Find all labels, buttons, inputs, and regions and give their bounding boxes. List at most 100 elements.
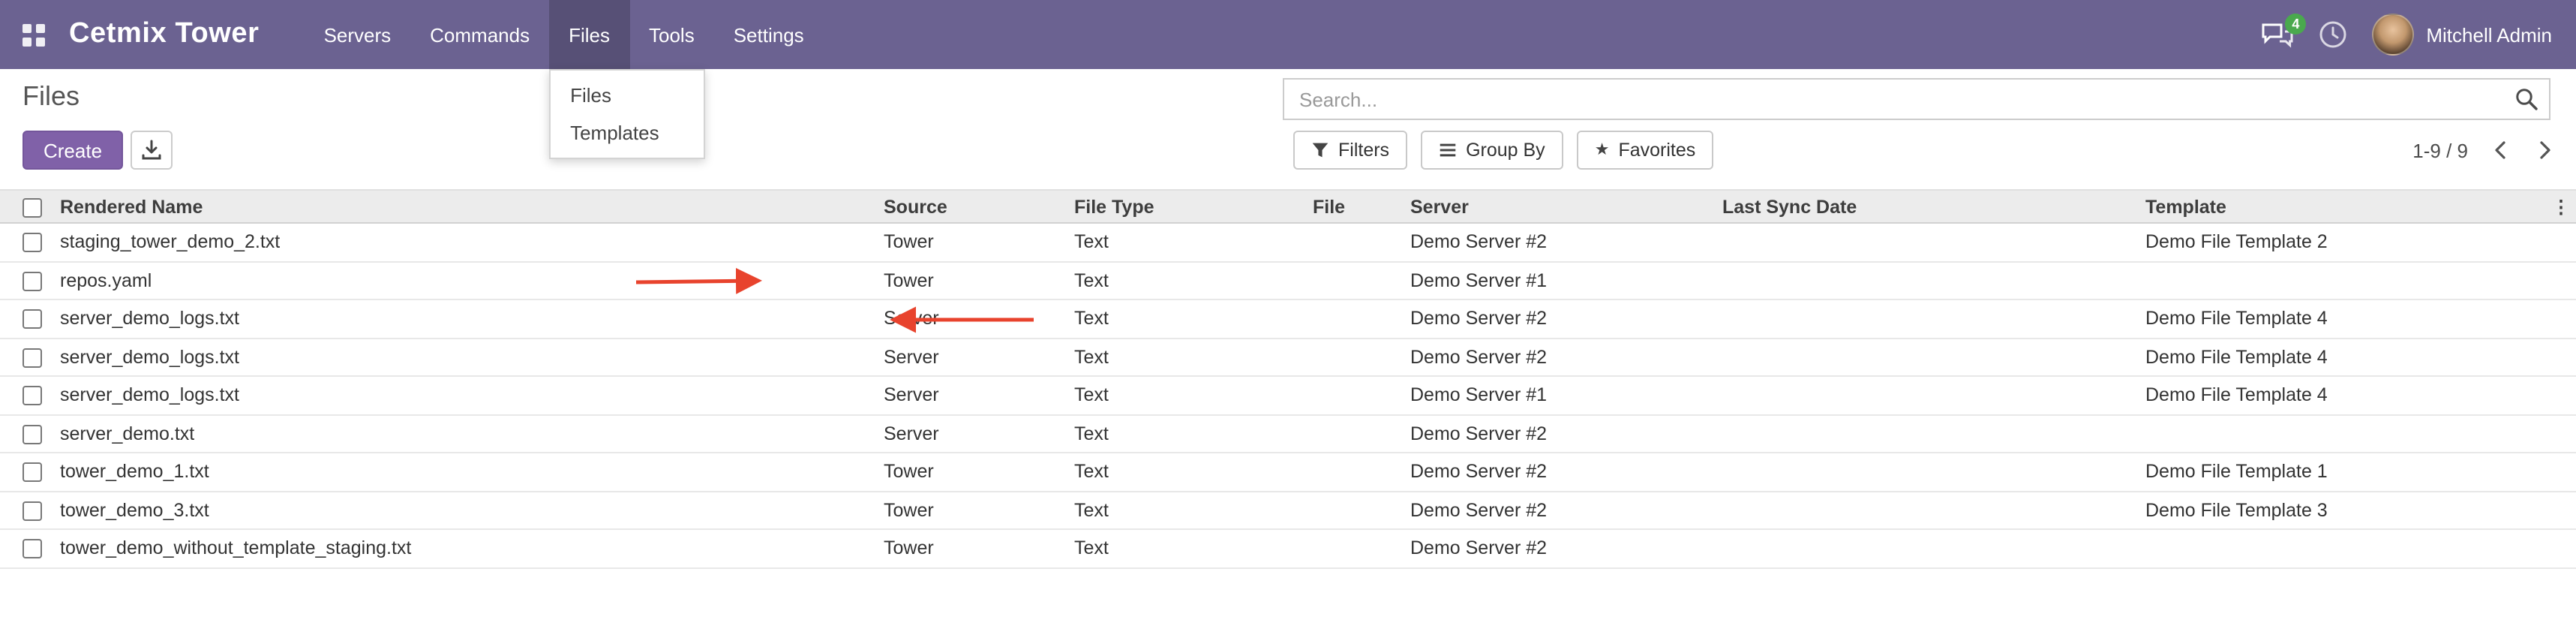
chevron-right-icon <box>2538 140 2551 161</box>
cell-rendered-name: server_demo_logs.txt <box>54 376 878 414</box>
cell-file <box>1307 338 1404 376</box>
column-header-template[interactable]: Template <box>2139 190 2546 223</box>
row-checkbox[interactable] <box>23 463 42 483</box>
favorites-button[interactable]: ★ Favorites <box>1577 131 1714 170</box>
column-header-source[interactable]: Source <box>878 190 1068 223</box>
column-header-file-type[interactable]: File Type <box>1068 190 1307 223</box>
row-checkbox[interactable] <box>23 348 42 368</box>
table-row[interactable]: repos.yaml Tower Text Demo Server #1 <box>0 261 2576 299</box>
row-checkbox[interactable] <box>23 310 42 330</box>
row-checkbox-cell <box>0 491 54 529</box>
cell-template: Demo File Template 2 <box>2139 223 2546 261</box>
table-row[interactable]: tower_demo_without_template_staging.txt … <box>0 529 2576 567</box>
cell-source: Server <box>878 376 1068 414</box>
dropdown-item-templates[interactable]: Templates <box>551 114 704 152</box>
filters-button[interactable]: Filters <box>1293 131 1407 170</box>
menu-servers[interactable]: Servers <box>305 0 411 69</box>
table-row[interactable]: staging_tower_demo_2.txt Tower Text Demo… <box>0 223 2576 261</box>
search-icon[interactable] <box>2504 87 2549 111</box>
create-button[interactable]: Create <box>23 131 123 170</box>
column-header-server[interactable]: Server <box>1404 190 1716 223</box>
cell-server: Demo Server #2 <box>1404 338 1716 376</box>
pager-value[interactable]: 1-9 / 9 <box>2412 139 2468 161</box>
download-icon <box>141 140 162 161</box>
cell-rendered-name: server_demo.txt <box>54 414 878 453</box>
cell-file-type: Text <box>1068 414 1307 453</box>
clock-glyph <box>2318 20 2348 50</box>
menu-tools[interactable]: Tools <box>629 0 714 69</box>
pager: 1-9 / 9 <box>2412 131 2558 170</box>
apps-grid-icon[interactable] <box>0 0 66 69</box>
search-box <box>1283 78 2550 120</box>
dropdown-item-files[interactable]: Files <box>551 77 704 114</box>
user-menu[interactable]: Mitchell Admin <box>2372 14 2552 56</box>
column-options-icon[interactable]: ⋮ <box>2546 190 2576 223</box>
table-row[interactable]: server_demo_logs.txt Server Text Demo Se… <box>0 299 2576 338</box>
cell-server: Demo Server #2 <box>1404 299 1716 338</box>
cell-server: Demo Server #2 <box>1404 223 1716 261</box>
row-checkbox[interactable] <box>23 501 42 521</box>
cell-file <box>1307 299 1404 338</box>
table-row[interactable]: tower_demo_1.txt Tower Text Demo Server … <box>0 453 2576 491</box>
cell-server: Demo Server #1 <box>1404 376 1716 414</box>
row-checkbox[interactable] <box>23 425 42 444</box>
select-all-checkbox[interactable] <box>23 197 42 217</box>
cell-template: Demo File Template 1 <box>2139 453 2546 491</box>
cell-template: Demo File Template 4 <box>2139 376 2546 414</box>
table-row[interactable]: tower_demo_3.txt Tower Text Demo Server … <box>0 491 2576 529</box>
cell-source: Tower <box>878 223 1068 261</box>
cell-file <box>1307 223 1404 261</box>
row-checkbox[interactable] <box>23 272 42 291</box>
row-checkbox-cell <box>0 261 54 299</box>
cell-server: Demo Server #2 <box>1404 453 1716 491</box>
messages-icon[interactable]: 4 <box>2261 22 2294 47</box>
menu-commands[interactable]: Commands <box>410 0 549 69</box>
cell-rendered-name: staging_tower_demo_2.txt <box>54 223 878 261</box>
cell-source: Tower <box>878 453 1068 491</box>
cell-rendered-name: server_demo_logs.txt <box>54 299 878 338</box>
row-checkbox[interactable] <box>23 233 42 253</box>
row-checkbox-cell <box>0 453 54 491</box>
group-by-label: Group By <box>1466 140 1545 161</box>
cell-file-type: Text <box>1068 491 1307 529</box>
activity-clock-icon[interactable] <box>2318 20 2348 50</box>
user-name: Mitchell Admin <box>2426 23 2552 46</box>
apps-grid-glyph <box>22 23 44 46</box>
pager-previous-button[interactable] <box>2486 134 2513 167</box>
table-header-row: Rendered Name Source File Type File Serv… <box>0 190 2576 223</box>
export-button[interactable] <box>131 131 173 170</box>
cell-file-type: Text <box>1068 376 1307 414</box>
group-by-button[interactable]: Group By <box>1421 131 1563 170</box>
brand-title: Cetmix Tower <box>66 0 290 69</box>
cell-last-sync-date <box>1716 223 2139 261</box>
cell-rendered-name: repos.yaml <box>54 261 878 299</box>
search-input[interactable] <box>1284 88 2504 110</box>
cell-file-type: Text <box>1068 338 1307 376</box>
table-row[interactable]: server_demo.txt Server Text Demo Server … <box>0 414 2576 453</box>
cell-spacer <box>2546 491 2576 529</box>
cell-last-sync-date <box>1716 491 2139 529</box>
cell-template <box>2139 414 2546 453</box>
column-header-rendered-name[interactable]: Rendered Name <box>54 190 878 223</box>
table-row[interactable]: server_demo_logs.txt Server Text Demo Se… <box>0 376 2576 414</box>
cell-spacer <box>2546 338 2576 376</box>
column-header-file[interactable]: File <box>1307 190 1404 223</box>
column-header-last-sync-date[interactable]: Last Sync Date <box>1716 190 2139 223</box>
cell-last-sync-date <box>1716 338 2139 376</box>
cell-file-type: Text <box>1068 261 1307 299</box>
row-checkbox[interactable] <box>23 387 42 406</box>
files-dropdown-menu: Files Templates <box>549 69 705 159</box>
pager-next-button[interactable] <box>2531 134 2558 167</box>
menu-commands-label: Commands <box>430 23 530 46</box>
app: Cetmix Tower Servers Commands Files File… <box>0 0 2576 626</box>
menu-settings[interactable]: Settings <box>714 0 824 69</box>
cell-file <box>1307 414 1404 453</box>
cell-source: Server <box>878 299 1068 338</box>
chevron-left-icon <box>2493 140 2506 161</box>
top-navbar: Cetmix Tower Servers Commands Files File… <box>0 0 2576 69</box>
menu-files[interactable]: Files Files Templates <box>549 0 629 69</box>
row-checkbox[interactable] <box>23 540 42 559</box>
cell-file-type: Text <box>1068 529 1307 567</box>
table-row[interactable]: server_demo_logs.txt Server Text Demo Se… <box>0 338 2576 376</box>
cell-last-sync-date <box>1716 453 2139 491</box>
